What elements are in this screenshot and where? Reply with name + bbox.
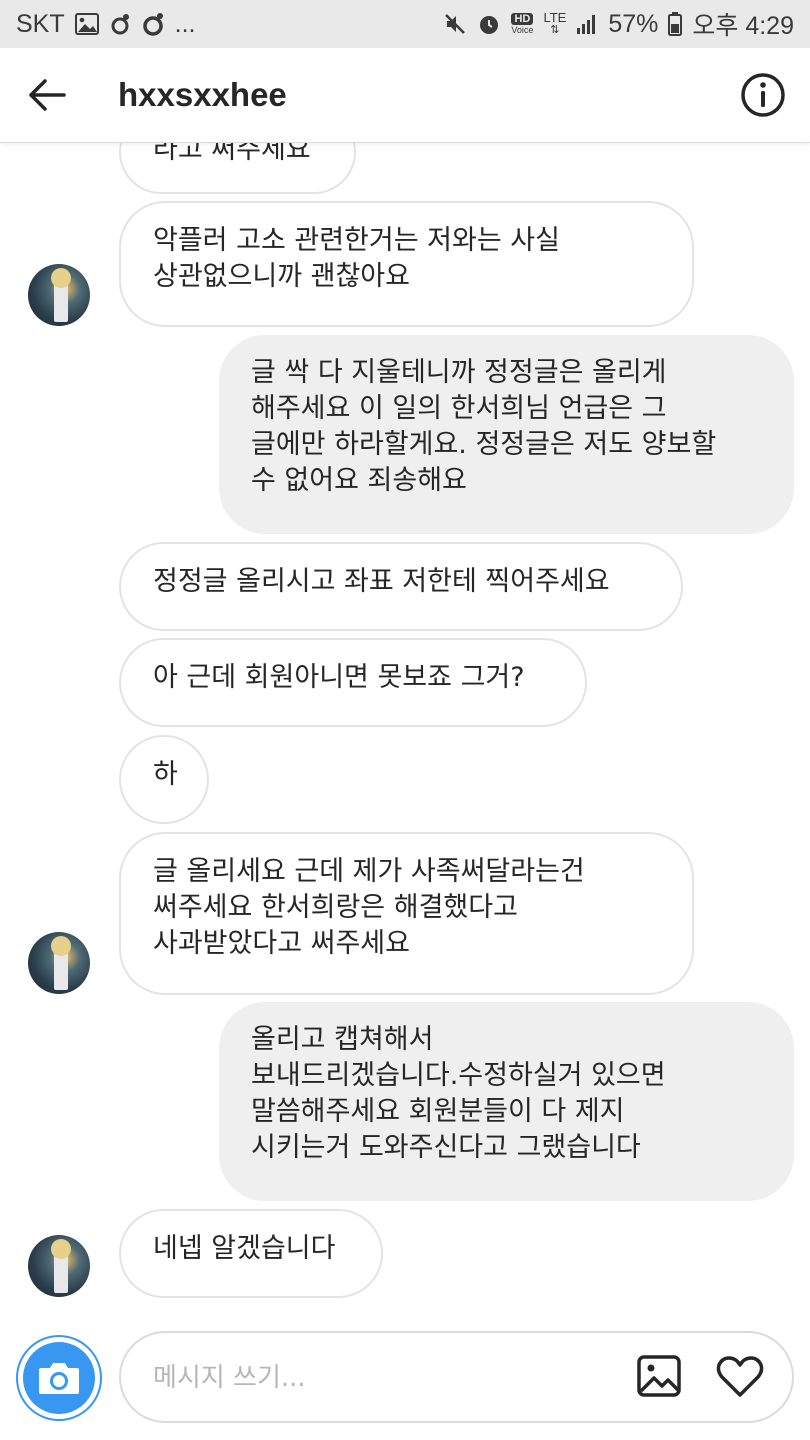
message-incoming[interactable]: 정정글 올리시고 좌표 저한테 찍어주세요 — [119, 542, 683, 631]
camera-icon — [39, 1363, 79, 1394]
message-outgoing[interactable]: 올리고 캡쳐해서 보내드리겠습니다.수정하실거 있으면 말씀해주세요 회원분들이… — [219, 1002, 794, 1201]
arrow-left-icon — [29, 79, 66, 111]
info-button[interactable] — [740, 72, 786, 118]
message-incoming[interactable]: 네넵 알겠습니다 — [119, 1209, 383, 1298]
info-icon — [741, 73, 785, 117]
message-incoming[interactable]: 하 — [119, 735, 209, 824]
camera-button[interactable] — [16, 1335, 102, 1421]
message-outgoing[interactable]: 글 싹 다 지울테니까 정정글은 올리게 해주세요 이 일의 한서희님 언급은 … — [219, 335, 794, 534]
like-button[interactable] — [715, 1355, 765, 1401]
message-incoming[interactable]: 글 올리세요 근데 제가 사족써달라는건 써주세요 한서희랑은 해결했다고 사과… — [119, 832, 694, 995]
image-icon — [637, 1355, 681, 1397]
camera-button-fill — [23, 1342, 95, 1414]
message-incoming[interactable]: 아 근데 회원아니면 못보죠 그거? — [119, 638, 587, 727]
message-thread[interactable]: 라고 써주세요 악플러 고소 관련한거는 저와는 사실 상관없으니까 괜찮아요 … — [0, 0, 810, 1320]
contact-avatar[interactable] — [28, 264, 90, 326]
back-button[interactable] — [24, 72, 70, 118]
conversation-header: hxxsxxhee — [0, 48, 810, 143]
gallery-button[interactable] — [637, 1355, 683, 1401]
conversation-title[interactable]: hxxsxxhee — [118, 48, 287, 142]
contact-avatar[interactable] — [28, 1235, 90, 1297]
heart-icon — [716, 1356, 764, 1397]
message-composer — [119, 1331, 794, 1423]
contact-avatar[interactable] — [28, 932, 90, 994]
message-incoming[interactable]: 악플러 고소 관련한거는 저와는 사실 상관없으니까 괜찮아요 — [119, 201, 694, 327]
message-input[interactable] — [151, 1333, 625, 1423]
